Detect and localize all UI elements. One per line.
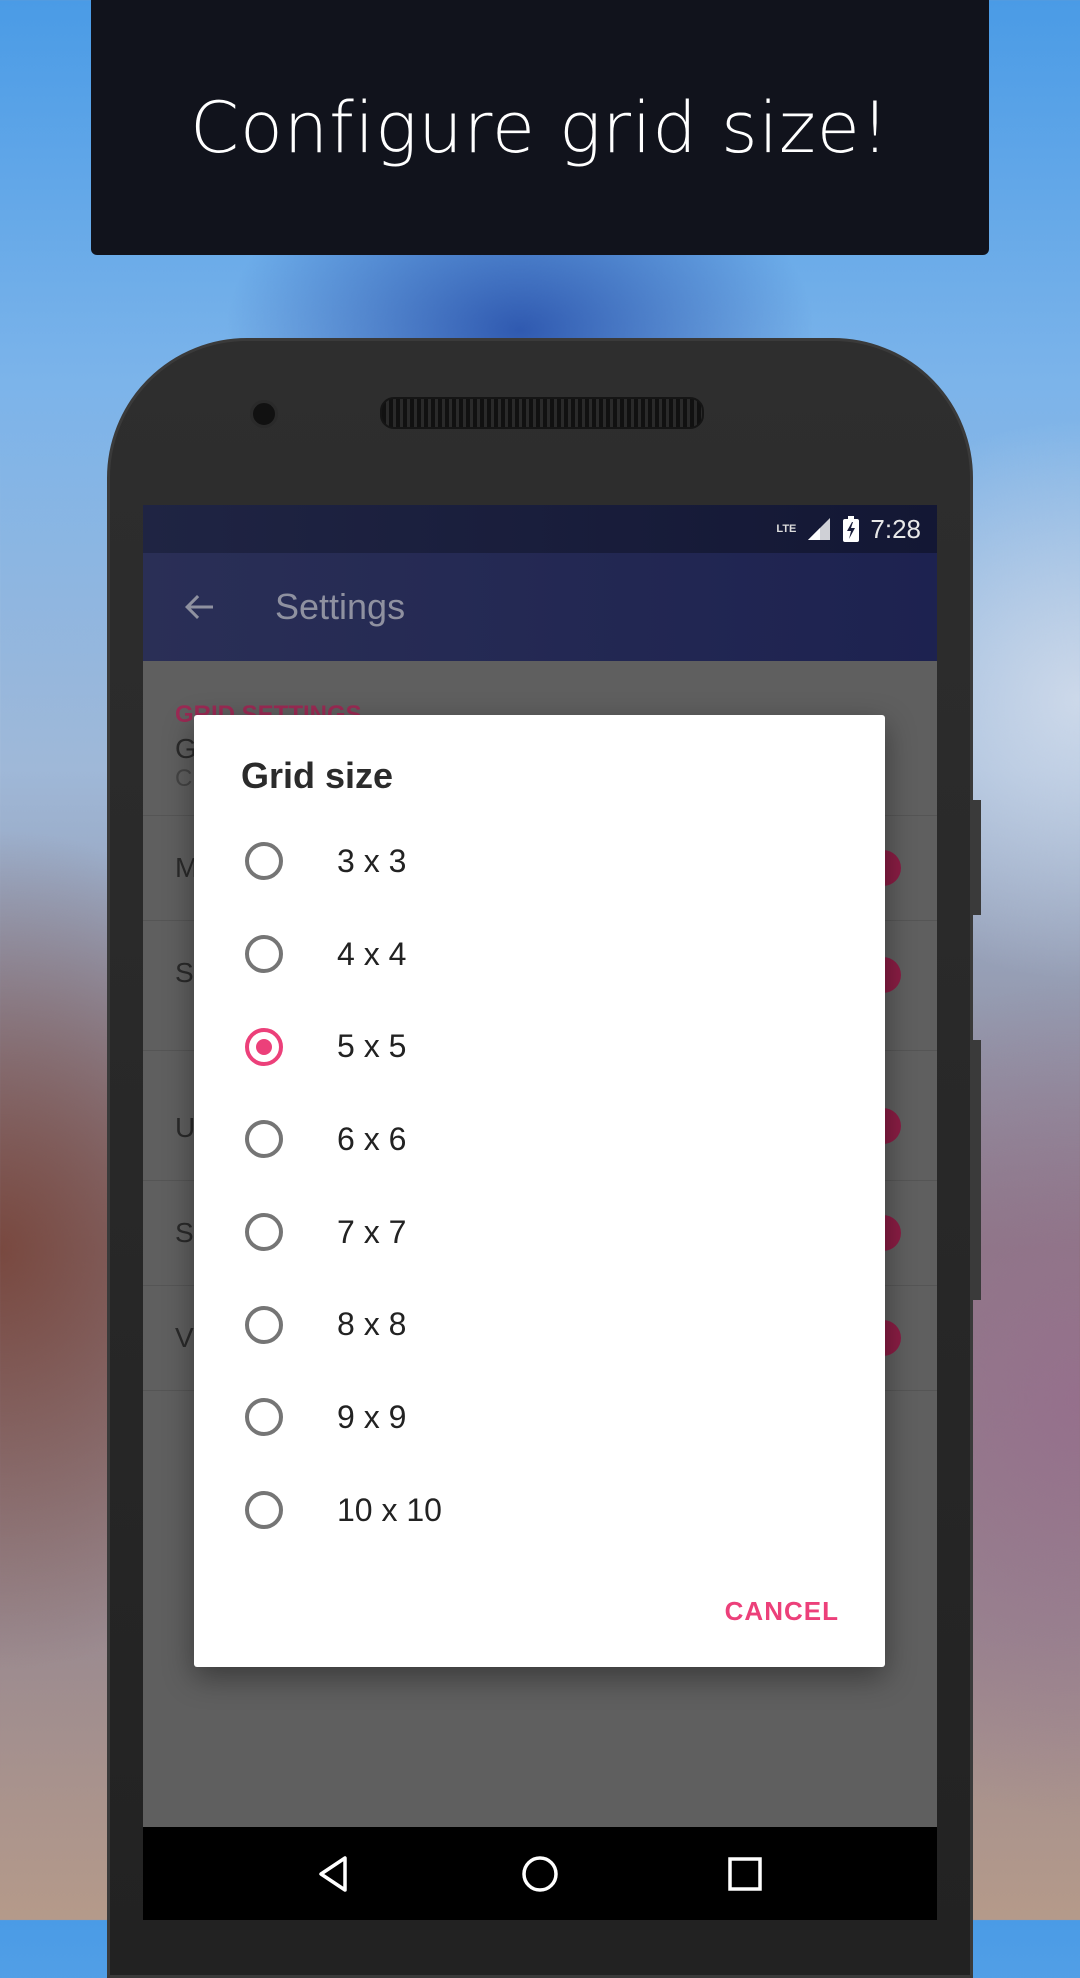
network-type: LTE [776,523,797,535]
dialog-title: Grid size [241,755,394,796]
option-5x5[interactable]: 5 x 5 [194,1000,885,1093]
navigation-bar [143,1827,937,1920]
promo-banner: Configure grid size! [91,0,989,255]
earpiece-speaker [380,397,704,429]
signal-icon [808,518,831,540]
status-time: 7:28 [870,513,921,544]
front-camera [250,400,278,428]
option-3x3[interactable]: 3 x 3 [194,815,885,908]
back-arrow-icon[interactable] [179,587,219,627]
option-10x10[interactable]: 10 x 10 [194,1464,885,1557]
option-label: 5 x 5 [337,1028,407,1065]
toolbar-title: Settings [275,586,406,627]
power-button [973,800,981,915]
option-label: 4 x 4 [337,935,407,972]
option-label: 3 x 3 [337,842,407,879]
app-toolbar: Settings [143,553,937,661]
radio-button[interactable] [245,1398,283,1437]
grid-size-options: 3 x 3 4 x 4 5 x 5 6 x 6 7 x 7 8 x 8 9 x … [194,815,885,1557]
battery-charging-icon [843,516,860,542]
radio-button[interactable] [245,1491,283,1530]
section-header: GRID SETTINGS [143,661,937,728]
nav-recents-icon[interactable] [725,1854,765,1894]
option-9x9[interactable]: 9 x 9 [194,1371,885,1464]
option-label: 6 x 6 [337,1120,407,1157]
option-label: 7 x 7 [337,1213,407,1250]
radio-button[interactable] [245,1120,283,1159]
option-7x7[interactable]: 7 x 7 [194,1186,885,1279]
radio-button[interactable] [245,842,283,881]
status-bar: LTE 7:28 [143,505,937,553]
nav-home-icon[interactable] [520,1854,560,1894]
option-label: 9 x 9 [337,1398,407,1435]
radio-button-selected[interactable] [245,1027,283,1066]
radio-button[interactable] [245,1213,283,1252]
option-6x6[interactable]: 6 x 6 [194,1093,885,1186]
radio-button[interactable] [245,1305,283,1344]
option-4x4[interactable]: 4 x 4 [194,908,885,1001]
cancel-button[interactable]: CANCEL [725,1596,839,1627]
banner-title: Configure grid size! [190,86,890,169]
grid-size-dialog: Grid size 3 x 3 4 x 4 5 x 5 6 x 6 7 x 7 … [194,715,885,1667]
option-label: 8 x 8 [337,1306,407,1343]
option-8x8[interactable]: 8 x 8 [194,1278,885,1371]
option-label: 10 x 10 [337,1491,442,1528]
nav-back-icon[interactable] [315,1854,355,1894]
radio-button[interactable] [245,935,283,974]
volume-button [973,1040,981,1300]
